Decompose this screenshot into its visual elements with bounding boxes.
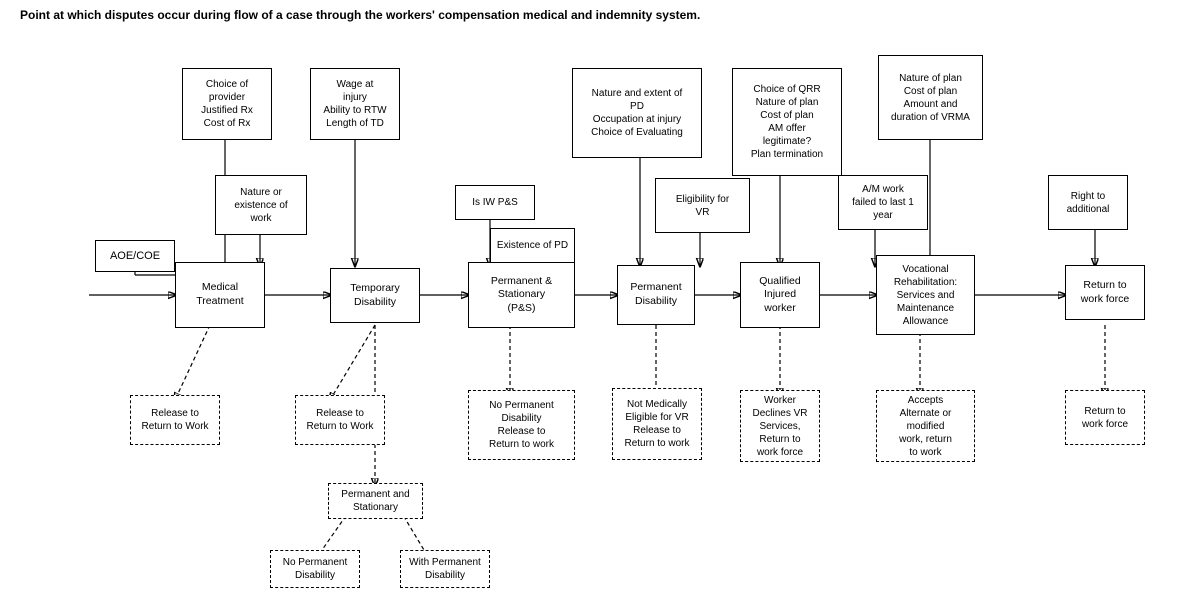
permanent-stationary-2-box: Permanent and Stationary (328, 483, 423, 519)
no-permanent-disability-box: No Permanent Disability (270, 550, 360, 588)
wage-at-injury-box: Wage at injury Ability to RTW Length of … (310, 68, 400, 140)
nature-plan-vrma-box: Nature of plan Cost of plan Amount and d… (878, 55, 983, 140)
page-title: Point at which disputes occur during flo… (20, 8, 700, 22)
worker-declines-box: Worker Declines VR Services, Return to w… (740, 390, 820, 462)
permanent-disability-box: Permanent Disability (617, 265, 695, 325)
qualified-injured-worker-box: Qualified Injured worker (740, 262, 820, 328)
temporary-disability-box: Temporary Disability (330, 268, 420, 323)
nature-existence-box: Nature or existence of work (215, 175, 307, 235)
right-additional-box: Right to additional (1048, 175, 1128, 230)
not-medically-eligible-rtw-box: Not Medically Eligible for VR Release to… (612, 388, 702, 460)
release-rtw-1-box: Release to Return to Work (130, 395, 220, 445)
accepts-alternate-box: Accepts Alternate or modified work, retu… (876, 390, 975, 462)
aoe-coe-box: AOE/COE (95, 240, 175, 272)
is-iw-ps-box: Is IW P&S (455, 185, 535, 220)
am-work-failed-box: A/M work failed to last 1 year (838, 175, 928, 230)
with-permanent-disability-box: With Permanent Disability (400, 550, 490, 588)
medical-treatment-box: Medical Treatment (175, 262, 265, 328)
choice-qrr-box: Choice of QRR Nature of plan Cost of pla… (732, 68, 842, 176)
diagram-container: Point at which disputes occur during flo… (0, 0, 1179, 611)
no-perm-disability-rtw-box: No Permanent Disability Release to Retur… (468, 390, 575, 460)
return-workforce-box: Return to work force (1065, 265, 1145, 320)
nature-extent-pd-box: Nature and extent of PD Occupation at in… (572, 68, 702, 158)
existence-pd-box: Existence of PD (490, 228, 575, 263)
vr-services-box: Vocational Rehabilitation: Services and … (876, 255, 975, 335)
return-workforce-right-box: Return to work force (1065, 390, 1145, 445)
eligibility-vr-box: Eligibility for VR (655, 178, 750, 233)
permanent-stationary-box: Permanent & Stationary (P&S) (468, 262, 575, 328)
choice-provider-box: Choice of provider Justified Rx Cost of … (182, 68, 272, 140)
release-rtw-2-box: Release to Return to Work (295, 395, 385, 445)
